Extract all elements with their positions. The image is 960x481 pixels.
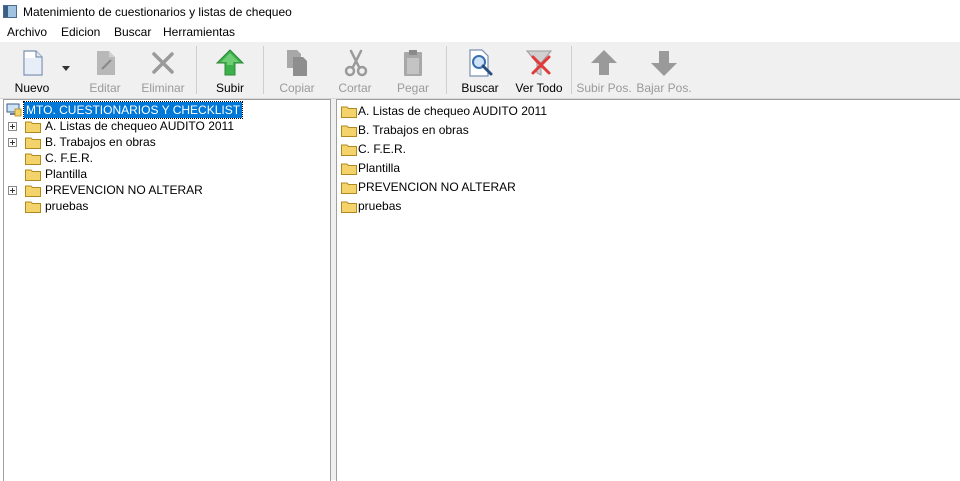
list-item-label: PREVENCION NO ALTERAR [358,180,516,194]
bajar-pos-button[interactable]: Bajar Pos. [636,44,692,96]
toolbar-separator [571,46,572,94]
arrow-up-icon [591,50,617,75]
folder-icon [341,106,357,118]
copiar-button[interactable]: Copiar [274,44,320,96]
toolbar-separator [263,46,264,94]
tree-item[interactable]: Plantilla [8,166,328,182]
toolbar: Nuevo Editar Eliminar Subir Copiar Corta… [0,42,960,99]
folder-icon [25,121,41,133]
list-item-label: C. F.E.R. [358,142,407,156]
folder-icon [25,153,41,165]
folder-icon [341,144,357,156]
list-item-label: pruebas [358,199,402,213]
menu-herramientas[interactable]: Herramientas [162,25,236,39]
eliminar-button[interactable]: Eliminar [138,44,188,96]
subir-pos-label: Subir Pos. [576,81,632,95]
paste-icon [404,50,422,76]
list-item-label: A. Listas de chequeo AUDITO 2011 [358,104,548,118]
folder-icon [341,125,357,137]
tree-item-label: pruebas [45,199,89,213]
chevron-down-icon[interactable] [62,64,70,72]
menu-bar: Archivo Edicion Buscar Herramientas [0,24,960,42]
eliminar-label: Eliminar [141,81,185,95]
subir-button[interactable]: Subir [206,44,254,96]
tree-item[interactable]: C. F.E.R. [8,150,328,166]
nuevo-button[interactable]: Nuevo [6,44,58,96]
folder-tree[interactable]: MTO. CUESTIONARIOS Y CHECKLIST A. Listas… [3,99,331,481]
expand-icon[interactable] [8,122,17,131]
expand-icon[interactable] [8,186,17,195]
arrow-down-icon [651,51,677,76]
search-icon [469,49,493,77]
subir-pos-button[interactable]: Subir Pos. [576,44,632,96]
scissors-icon [344,49,368,77]
tree-item[interactable]: A. Listas de chequeo AUDITO 2011 [8,118,328,134]
window-title: Matenimiento de cuestionarios y listas d… [23,5,292,19]
folder-icon [25,169,41,181]
editar-button[interactable]: Editar [82,44,128,96]
folder-icon [341,182,357,194]
title-bar: Matenimiento de cuestionarios y listas d… [0,0,960,24]
tree-item[interactable]: B. Trabajos en obras [8,134,328,150]
list-item-label: B. Trabajos en obras [358,123,469,137]
tree-item-label: B. Trabajos en obras [45,135,156,149]
expand-icon[interactable] [8,138,17,147]
list-item[interactable]: A. Listas de chequeo AUDITO 2011 [341,103,941,119]
pegar-button[interactable]: Pegar [390,44,436,96]
tree-item-label: PREVENCION NO ALTERAR [45,183,203,197]
list-item[interactable]: C. F.E.R. [341,141,941,157]
list-item[interactable]: Plantilla [341,160,941,176]
menu-buscar[interactable]: Buscar [113,25,152,39]
list-item[interactable]: pruebas [341,198,941,214]
ver-todo-label: Ver Todo [515,81,563,95]
delete-icon [152,52,174,74]
copy-icon [287,50,307,76]
list-item-label: Plantilla [358,161,401,175]
bajar-pos-label: Bajar Pos. [636,81,692,95]
cortar-label: Cortar [338,81,372,95]
editar-label: Editar [89,81,121,95]
tree-item-label: C. F.E.R. [45,151,94,165]
computer-icon [6,103,22,117]
toolbar-separator [446,46,447,94]
buscar-label: Buscar [461,81,499,95]
folder-icon [25,185,41,197]
folder-list[interactable]: A. Listas de chequeo AUDITO 2011 B. Trab… [336,99,960,481]
list-item[interactable]: B. Trabajos en obras [341,122,941,138]
tree-root-label: MTO. CUESTIONARIOS Y CHECKLIST [22,101,244,119]
clear-filter-icon [525,50,553,76]
pegar-label: Pegar [396,81,430,95]
app-icon [3,5,17,18]
cortar-button[interactable]: Cortar [332,44,378,96]
ver-todo-button[interactable]: Ver Todo [512,44,566,96]
toolbar-separator [196,46,197,94]
menu-archivo[interactable]: Archivo [6,25,48,39]
tree-item-label: A. Listas de chequeo AUDITO 2011 [45,119,235,133]
tree-item[interactable]: PREVENCION NO ALTERAR [8,182,328,198]
nuevo-label: Nuevo [14,81,50,95]
folder-icon [25,201,41,213]
subir-label: Subir [215,81,244,95]
menu-edicion[interactable]: Edicion [60,25,101,39]
tree-item-label: Plantilla [45,167,88,181]
edit-icon [97,51,115,75]
list-item[interactable]: PREVENCION NO ALTERAR [341,179,941,195]
folder-icon [341,163,357,175]
copiar-label: Copiar [279,81,315,95]
buscar-button[interactable]: Buscar [456,44,504,96]
folder-icon [341,201,357,213]
tree-item[interactable]: pruebas [8,198,328,214]
new-document-icon [23,50,43,76]
arrow-up-green-icon [215,49,245,76]
folder-icon [25,137,41,149]
